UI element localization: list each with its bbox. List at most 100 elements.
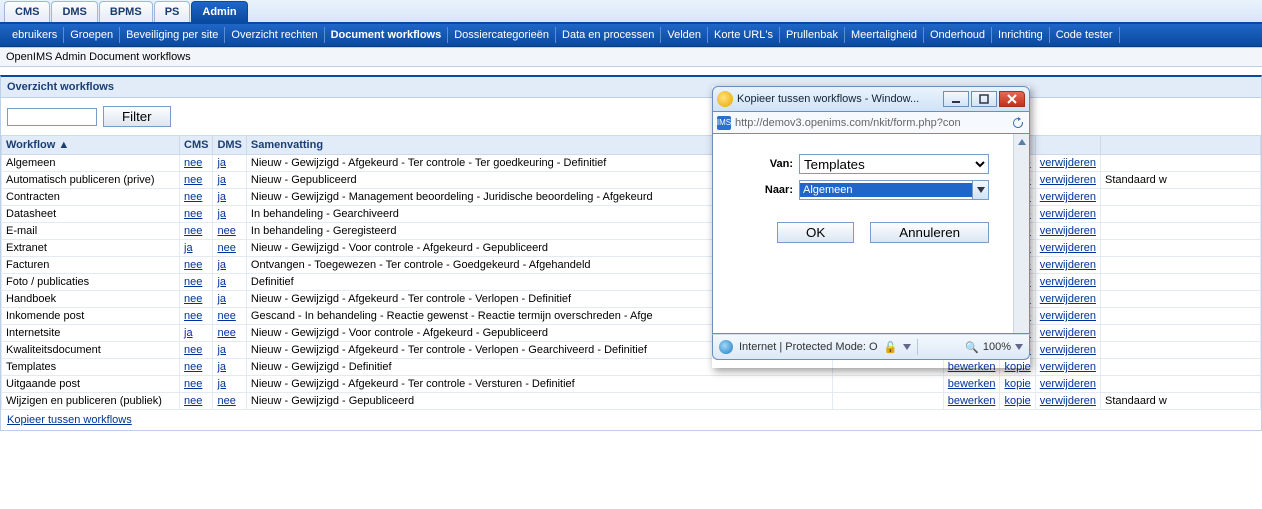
scroll-up-icon[interactable] [1014, 134, 1029, 150]
dms-flag[interactable]: nee [217, 327, 235, 339]
dms-flag[interactable]: ja [217, 259, 226, 271]
dms-flag[interactable]: ja [217, 174, 226, 186]
top-tab-admin[interactable]: Admin [191, 1, 247, 22]
subnav-prullenbak[interactable]: Prullenbak [780, 27, 845, 43]
zoom-icon[interactable]: 🔍 [965, 341, 979, 354]
table-row: InternetsitejaneeNieuw - Gewijzigd - Voo… [2, 325, 1261, 342]
subnav-inrichting[interactable]: Inrichting [992, 27, 1050, 43]
workflow-name: Templates [2, 359, 180, 376]
popup-url-text[interactable]: http://demov3.openims.com/nkit/form.php?… [735, 117, 1011, 129]
kopieer-tussen-workflows-link[interactable]: Kopieer tussen workflows [7, 414, 132, 426]
cms-flag[interactable]: ja [184, 327, 193, 339]
dms-flag[interactable]: ja [217, 378, 226, 390]
dms-flag[interactable]: ja [217, 344, 226, 356]
cms-flag[interactable]: nee [184, 157, 202, 169]
naar-select[interactable]: Algemeen [799, 180, 989, 200]
subnav-beveiliging[interactable]: Beveiliging per site [120, 27, 225, 43]
cms-flag[interactable]: nee [184, 378, 202, 390]
refresh-icon[interactable] [1011, 116, 1025, 130]
ok-button[interactable]: OK [777, 222, 854, 243]
col-workflow[interactable]: Workflow ▲ [2, 136, 180, 155]
verwijderen-link[interactable]: verwijderen [1040, 157, 1096, 169]
col-dms[interactable]: DMS [213, 136, 246, 155]
col-cms[interactable]: CMS [180, 136, 213, 155]
filter-input[interactable] [7, 108, 97, 126]
verwijderen-link[interactable]: verwijderen [1040, 174, 1096, 186]
bewerken-link[interactable]: bewerken [948, 378, 996, 390]
top-tab-bpms[interactable]: BPMS [99, 1, 153, 22]
cms-flag[interactable]: nee [184, 395, 202, 407]
verwijderen-link[interactable]: verwijderen [1040, 361, 1096, 373]
subnav-onderhoud[interactable]: Onderhoud [924, 27, 992, 43]
dms-flag[interactable]: ja [217, 361, 226, 373]
samenvatting-extra [833, 376, 944, 393]
chevron-down-icon[interactable] [972, 181, 988, 199]
dms-flag[interactable]: nee [217, 242, 235, 254]
chevron-down-icon[interactable] [903, 344, 911, 350]
chevron-down-icon[interactable] [1015, 344, 1023, 350]
bewerken-link[interactable]: bewerken [948, 395, 996, 407]
kopie-link[interactable]: kopie [1004, 395, 1030, 407]
subnav-velden[interactable]: Velden [661, 27, 708, 43]
verwijderen-link[interactable]: verwijderen [1040, 276, 1096, 288]
close-button[interactable] [999, 91, 1025, 107]
verwijderen-link[interactable]: verwijderen [1040, 327, 1096, 339]
verwijderen-link[interactable]: verwijderen [1040, 242, 1096, 254]
dms-flag[interactable]: ja [217, 276, 226, 288]
verwijderen-link[interactable]: verwijderen [1040, 191, 1096, 203]
cms-flag[interactable]: nee [184, 361, 202, 373]
workflows-panel: Overzicht workflows Filter Workflow ▲ CM… [0, 75, 1262, 431]
dms-flag[interactable]: ja [217, 157, 226, 169]
van-select[interactable]: Templates [799, 154, 989, 174]
dms-flag[interactable]: nee [217, 310, 235, 322]
popup-url-bar: IMS http://demov3.openims.com/nkit/form.… [712, 112, 1030, 134]
filter-button[interactable]: Filter [103, 106, 171, 127]
top-tab-ps[interactable]: PS [154, 1, 191, 22]
subnav-gebruikers[interactable]: ebruikers [6, 27, 64, 43]
globe-icon [719, 340, 733, 354]
subnav-korte-urls[interactable]: Korte URL's [708, 27, 780, 43]
cms-flag[interactable]: nee [184, 208, 202, 220]
subnav-groepen[interactable]: Groepen [64, 27, 120, 43]
cms-flag[interactable]: nee [184, 259, 202, 271]
cms-flag[interactable]: nee [184, 310, 202, 322]
table-row: ContractenneejaNieuw - Gewijzigd - Manag… [2, 189, 1261, 206]
verwijderen-link[interactable]: verwijderen [1040, 395, 1096, 407]
verwijderen-link[interactable]: verwijderen [1040, 225, 1096, 237]
subnav-meertaligheid[interactable]: Meertaligheid [845, 27, 924, 43]
popup-scrollbar[interactable] [1013, 134, 1029, 333]
kopie-link[interactable]: kopie [1004, 378, 1030, 390]
verwijderen-link[interactable]: verwijderen [1040, 259, 1096, 271]
verwijderen-link[interactable]: verwijderen [1040, 344, 1096, 356]
minimize-button[interactable] [943, 91, 969, 107]
cms-flag[interactable]: nee [184, 225, 202, 237]
dms-flag[interactable]: ja [217, 293, 226, 305]
dms-flag[interactable]: ja [217, 208, 226, 220]
verwijderen-link[interactable]: verwijderen [1040, 293, 1096, 305]
extra-cell [1101, 274, 1261, 291]
verwijderen-link[interactable]: verwijderen [1040, 378, 1096, 390]
maximize-button[interactable] [971, 91, 997, 107]
annuleren-button[interactable]: Annuleren [870, 222, 989, 243]
cms-flag[interactable]: nee [184, 293, 202, 305]
verwijderen-link[interactable]: verwijderen [1040, 208, 1096, 220]
subnav-code-tester[interactable]: Code tester [1050, 27, 1120, 43]
dms-flag[interactable]: nee [217, 225, 235, 237]
cms-flag[interactable]: nee [184, 344, 202, 356]
cms-flag[interactable]: nee [184, 276, 202, 288]
security-icon[interactable]: 🔓 [884, 341, 898, 354]
cms-flag[interactable]: nee [184, 191, 202, 203]
cms-flag[interactable]: ja [184, 242, 193, 254]
subnav-dossiercategorieen[interactable]: Dossiercategorieën [448, 27, 556, 43]
subnav-data-processen[interactable]: Data en processen [556, 27, 661, 43]
top-tab-dms[interactable]: DMS [51, 1, 97, 22]
dms-flag[interactable]: nee [217, 395, 235, 407]
top-tab-cms[interactable]: CMS [4, 1, 50, 22]
verwijderen-link[interactable]: verwijderen [1040, 310, 1096, 322]
table-row: Uitgaande postneejaNieuw - Gewijzigd - A… [2, 376, 1261, 393]
dms-flag[interactable]: ja [217, 191, 226, 203]
subnav-document-workflows[interactable]: Document workflows [325, 27, 449, 43]
subnav-overzicht-rechten[interactable]: Overzicht rechten [225, 27, 324, 43]
cms-flag[interactable]: nee [184, 174, 202, 186]
popup-titlebar[interactable]: Kopieer tussen workflows - Window... [712, 86, 1030, 112]
